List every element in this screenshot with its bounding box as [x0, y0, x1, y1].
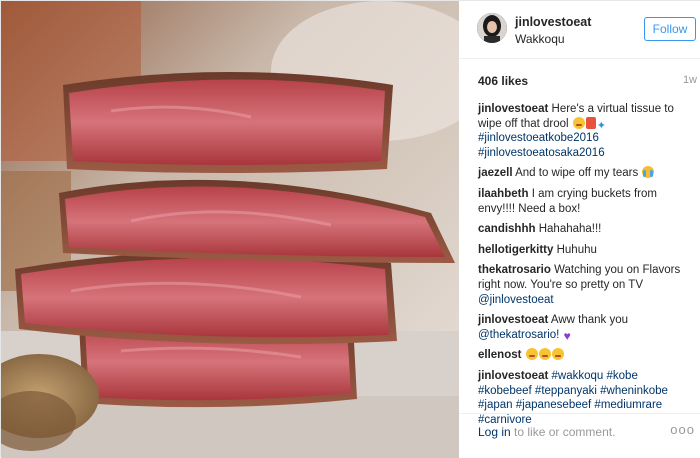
- comment-item: jinlovestoeat Aww thank you @thekatrosar…: [478, 313, 692, 343]
- post-timestamp[interactable]: 1w: [683, 74, 697, 86]
- avatar-image: [477, 13, 507, 43]
- comment-item: candishhh Hahahaha!!!: [478, 222, 692, 237]
- post-header: jinlovestoeat Wakkoqu Follow: [459, 1, 700, 59]
- location-link[interactable]: Wakkoqu: [515, 32, 565, 46]
- comment-item: hellotigerkitty Huhuhu: [478, 243, 692, 258]
- comment-username[interactable]: jaezell: [478, 167, 513, 179]
- comment-username[interactable]: ellenost: [478, 349, 521, 361]
- hashtag-link[interactable]: #wakkoqu: [552, 370, 604, 382]
- comment-text: And to wipe off my tears: [515, 167, 639, 180]
- comment-username[interactable]: jinlovestoeat: [478, 370, 548, 382]
- yum-face-emoji-icon: [538, 348, 551, 361]
- comment-text: Hahahaha!!!: [538, 223, 602, 236]
- comment-item: jaezell And to wipe off my tears: [478, 166, 692, 181]
- follow-button[interactable]: Follow: [644, 17, 696, 41]
- comment-text: Huhuhu: [556, 243, 597, 256]
- comment-username[interactable]: hellotigerkitty: [478, 244, 553, 256]
- hashtag-link[interactable]: #wheninkobe: [600, 385, 668, 397]
- comment-text: Aww thank you: [550, 314, 629, 327]
- comment-item: ilaahbeth I am crying buckets from envy!…: [478, 187, 692, 216]
- crying-face-emoji-icon: [642, 166, 655, 179]
- avatar[interactable]: [477, 13, 507, 43]
- hashtag-link[interactable]: #jinlovestoeatosaka2016: [478, 147, 605, 159]
- comment-username[interactable]: candishhh: [478, 223, 536, 235]
- caption: jinlovestoeat Here's a virtual tissue to…: [478, 102, 692, 160]
- steak-image: [1, 1, 459, 458]
- hashtag-link[interactable]: #kobe: [607, 370, 638, 382]
- hashtag-link[interactable]: #mediumrare: [594, 399, 662, 411]
- hashtag-link[interactable]: #jinlovestoeatkobe2016: [478, 132, 599, 144]
- comment-item: ellenost: [478, 348, 692, 363]
- yum-face-emoji-icon: [551, 348, 564, 361]
- comment-list: jinlovestoeat Here's a virtual tissue to…: [478, 102, 692, 433]
- comment-item: thekatrosario Watching you on Flavors ri…: [478, 263, 692, 307]
- comment-username[interactable]: jinlovestoeat: [478, 314, 548, 326]
- drool-face-emoji-icon: [572, 116, 585, 129]
- likes-count[interactable]: 406 likes: [478, 74, 528, 88]
- hashtag-link[interactable]: #teppanyaki: [535, 385, 597, 397]
- sweat-droplets-emoji-icon: ✦: [596, 119, 606, 132]
- post-photo[interactable]: [1, 1, 459, 458]
- purple-heart-emoji-icon: ♥: [563, 328, 571, 343]
- tissue-box-emoji-icon: [585, 116, 596, 129]
- hashtag-link[interactable]: #kobebeef: [478, 385, 532, 397]
- mention-link[interactable]: @thekatrosario!: [478, 329, 559, 341]
- login-prompt-text: to like or comment.: [514, 425, 616, 439]
- post-sidebar: jinlovestoeat Wakkoqu Follow 406 likes 1…: [459, 1, 700, 458]
- hashtag-link[interactable]: #japanesebeef: [516, 399, 591, 411]
- login-link[interactable]: Log in: [478, 425, 511, 439]
- instagram-post: jinlovestoeat Wakkoqu Follow 406 likes 1…: [0, 0, 700, 458]
- login-prompt: Log in to like or comment.: [478, 425, 615, 439]
- mention-link[interactable]: @jinlovestoeat: [478, 294, 554, 306]
- comment-username[interactable]: thekatrosario: [478, 264, 551, 276]
- hashtag-link[interactable]: #japan: [478, 399, 513, 411]
- yum-face-emoji-icon: [525, 348, 538, 361]
- post-footer: Log in to like or comment. ooo: [459, 413, 700, 458]
- username-link[interactable]: jinlovestoeat: [515, 15, 591, 29]
- more-options-icon[interactable]: ooo: [670, 422, 695, 437]
- comment-username[interactable]: ilaahbeth: [478, 188, 528, 200]
- caption-username[interactable]: jinlovestoeat: [478, 103, 548, 115]
